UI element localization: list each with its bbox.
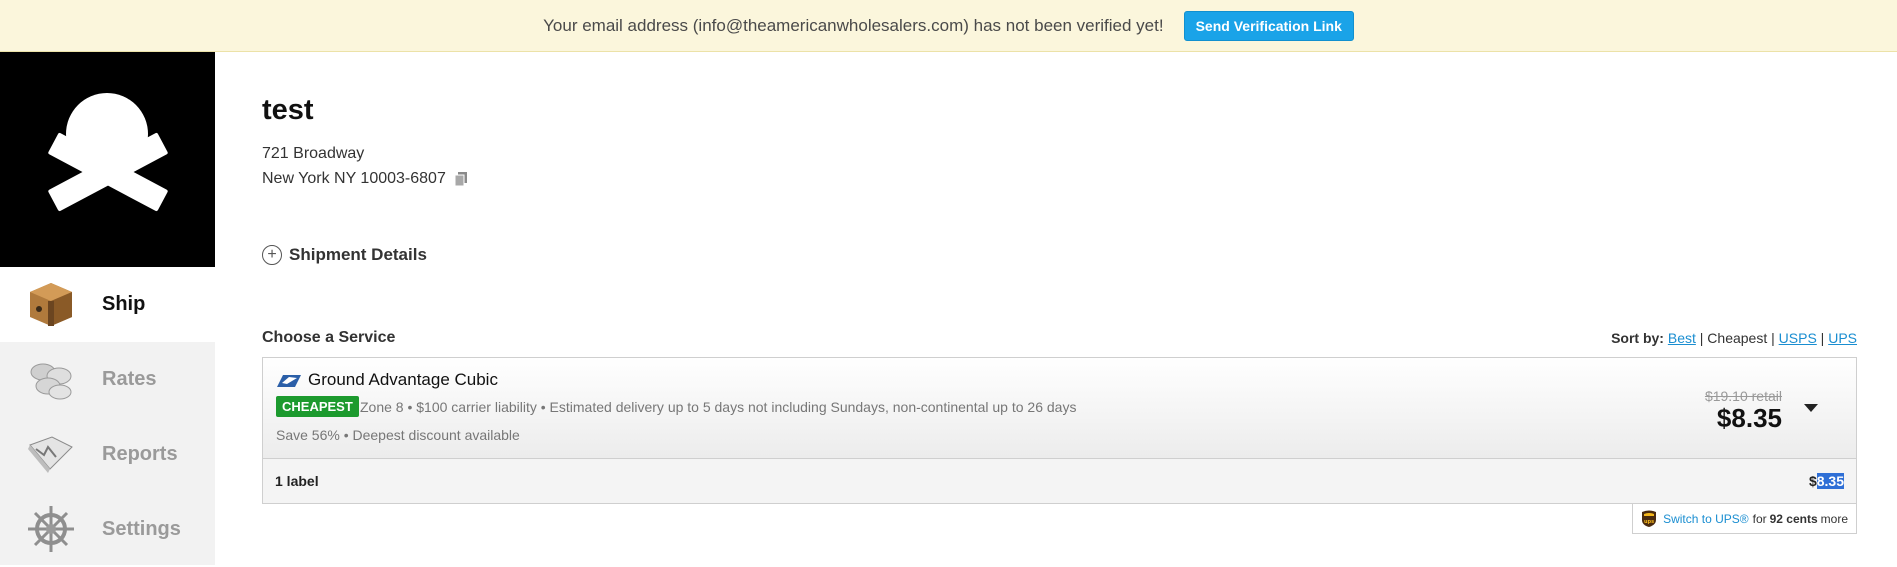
label-count: 1 label	[275, 473, 319, 489]
sort-ups-link[interactable]: UPS	[1828, 330, 1857, 346]
shipment-details-label: Shipment Details	[289, 245, 427, 264]
label-summary-row: 1 label $8.35	[262, 459, 1857, 504]
ups-switch-box: ups Switch to UPS® for 92 cents more	[1632, 504, 1857, 534]
sidebar-item-label: Settings	[102, 518, 181, 540]
sort-label: Sort by:	[1611, 330, 1664, 346]
ship-wheel-icon	[28, 506, 74, 552]
service-option-card[interactable]: Ground Advantage Cubic CHEAPEST Zone 8 •…	[262, 357, 1857, 459]
sidebar: Ship Rates Reports Settings	[0, 52, 215, 565]
ups-shield-icon: ups	[1642, 510, 1657, 527]
copy-icon[interactable]	[452, 170, 470, 188]
label-total: $8.35	[1808, 473, 1844, 489]
service-description: Zone 8 • $100 carrier liability • Estima…	[360, 399, 1077, 415]
sort-best-link[interactable]: Best	[1668, 330, 1696, 346]
verification-banner: Your email address (info@theamericanwhol…	[0, 0, 1897, 52]
sort-cheapest-active: Cheapest	[1707, 330, 1768, 346]
map-icon	[28, 436, 73, 473]
ups-switch-amount: 92 cents	[1769, 511, 1818, 526]
cheapest-badge: CHEAPEST	[276, 396, 359, 417]
choose-service-title: Choose a Service	[262, 329, 396, 346]
sidebar-item-rates[interactable]: Rates	[0, 342, 215, 417]
ups-switch-for: for	[1752, 511, 1767, 526]
svg-text:ups: ups	[1644, 519, 1654, 525]
box-icon	[30, 283, 72, 326]
address-line2-row: New York NY 10003-6807	[262, 170, 470, 188]
service-savings: Save 56% • Deepest discount available	[276, 427, 520, 443]
skull-crossbones-icon	[48, 93, 168, 211]
sidebar-item-ship[interactable]: Ship	[0, 267, 215, 342]
sidebar-item-label: Reports	[102, 443, 178, 465]
plus-circle-icon: +	[262, 245, 282, 265]
sidebar-item-settings[interactable]: Settings	[0, 492, 215, 567]
recipient-name: test	[262, 94, 314, 126]
address-line1: 721 Broadway	[262, 145, 365, 162]
sort-usps-link[interactable]: USPS	[1779, 330, 1817, 346]
retail-price: $19.10 retail	[1704, 388, 1782, 404]
sort-controls: Sort by: Best | Cheapest | USPS | UPS	[1611, 330, 1857, 346]
send-verification-button[interactable]: Send Verification Link	[1183, 10, 1354, 41]
label-total-value: 8.35	[1816, 473, 1844, 489]
coins-icon	[30, 363, 72, 400]
verification-message: Your email address (info@theamericanwhol…	[543, 15, 1164, 35]
sidebar-item-label: Ship	[102, 293, 146, 315]
pirate-logo[interactable]	[0, 52, 215, 267]
address-line2: New York NY 10003-6807	[262, 170, 446, 187]
usps-eagle-icon	[277, 375, 301, 387]
sidebar-item-reports[interactable]: Reports	[0, 417, 215, 492]
service-name: Ground Advantage Cubic	[308, 370, 498, 389]
switch-to-ups-link[interactable]: Switch to UPS®	[1663, 512, 1749, 526]
chevron-down-icon[interactable]	[1804, 404, 1818, 412]
service-price: $8.35	[1716, 403, 1782, 433]
sidebar-item-label: Rates	[102, 368, 157, 390]
shipment-details-toggle[interactable]: + Shipment Details	[262, 245, 427, 265]
ups-switch-more: more	[1820, 511, 1848, 526]
